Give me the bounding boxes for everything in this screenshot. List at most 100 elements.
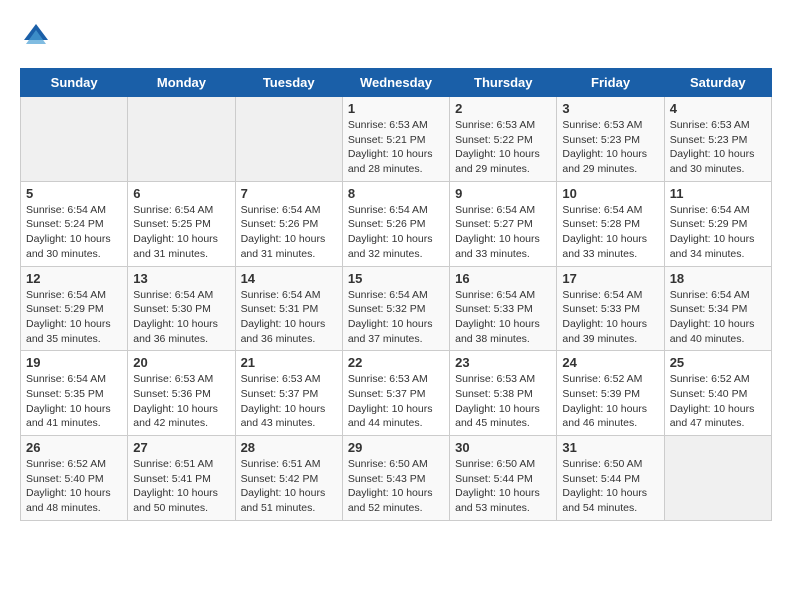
- day-info: Sunrise: 6:53 AM Sunset: 5:22 PM Dayligh…: [455, 118, 551, 177]
- day-number: 5: [26, 186, 122, 201]
- day-number: 31: [562, 440, 658, 455]
- calendar-table: SundayMondayTuesdayWednesdayThursdayFrid…: [20, 68, 772, 521]
- day-number: 10: [562, 186, 658, 201]
- day-info: Sunrise: 6:54 AM Sunset: 5:28 PM Dayligh…: [562, 203, 658, 262]
- day-info: Sunrise: 6:50 AM Sunset: 5:44 PM Dayligh…: [455, 457, 551, 516]
- day-number: 30: [455, 440, 551, 455]
- empty-cell: [128, 97, 235, 182]
- week-row-3: 12 Sunrise: 6:54 AM Sunset: 5:29 PM Dayli…: [21, 266, 772, 351]
- day-info: Sunrise: 6:52 AM Sunset: 5:40 PM Dayligh…: [670, 372, 766, 431]
- weekday-header-thursday: Thursday: [450, 69, 557, 97]
- day-number: 19: [26, 355, 122, 370]
- day-info: Sunrise: 6:54 AM Sunset: 5:26 PM Dayligh…: [348, 203, 444, 262]
- day-info: Sunrise: 6:53 AM Sunset: 5:36 PM Dayligh…: [133, 372, 229, 431]
- day-number: 7: [241, 186, 337, 201]
- day-info: Sunrise: 6:54 AM Sunset: 5:34 PM Dayligh…: [670, 288, 766, 347]
- day-number: 4: [670, 101, 766, 116]
- logo: [20, 20, 56, 52]
- day-info: Sunrise: 6:54 AM Sunset: 5:35 PM Dayligh…: [26, 372, 122, 431]
- day-cell-17: 17 Sunrise: 6:54 AM Sunset: 5:33 PM Dayli…: [557, 266, 664, 351]
- day-cell-27: 27Sunrise: 6:51 AM Sunset: 5:41 PM Dayli…: [128, 436, 235, 521]
- day-info: Sunrise: 6:54 AM Sunset: 5:31 PM Dayligh…: [241, 288, 337, 347]
- day-cell-30: 30 Sunrise: 6:50 AM Sunset: 5:44 PM Dayli…: [450, 436, 557, 521]
- day-cell-2: 2 Sunrise: 6:53 AM Sunset: 5:22 PM Daylig…: [450, 97, 557, 182]
- day-number: 23: [455, 355, 551, 370]
- day-info: Sunrise: 6:53 AM Sunset: 5:23 PM Dayligh…: [670, 118, 766, 177]
- day-info: Sunrise: 6:54 AM Sunset: 5:29 PM Dayligh…: [670, 203, 766, 262]
- day-cell-9: 9 Sunrise: 6:54 AM Sunset: 5:27 PM Daylig…: [450, 181, 557, 266]
- day-number: 28: [241, 440, 337, 455]
- day-number: 12: [26, 271, 122, 286]
- day-cell-6: 6 Sunrise: 6:54 AM Sunset: 5:25 PM Daylig…: [128, 181, 235, 266]
- day-info: Sunrise: 6:53 AM Sunset: 5:37 PM Dayligh…: [348, 372, 444, 431]
- weekday-header-row: SundayMondayTuesdayWednesdayThursdayFrid…: [21, 69, 772, 97]
- day-cell-7: 7 Sunrise: 6:54 AM Sunset: 5:26 PM Daylig…: [235, 181, 342, 266]
- day-number: 27: [133, 440, 229, 455]
- day-number: 24: [562, 355, 658, 370]
- day-info: Sunrise: 6:54 AM Sunset: 5:33 PM Dayligh…: [562, 288, 658, 347]
- weekday-header-tuesday: Tuesday: [235, 69, 342, 97]
- day-info: Sunrise: 6:51 AM Sunset: 5:42 PM Dayligh…: [241, 457, 337, 516]
- day-cell-16: 16 Sunrise: 6:54 AM Sunset: 5:33 PM Dayli…: [450, 266, 557, 351]
- day-number: 15: [348, 271, 444, 286]
- day-cell-26: 26Sunrise: 6:52 AM Sunset: 5:40 PM Dayli…: [21, 436, 128, 521]
- day-cell-15: 15 Sunrise: 6:54 AM Sunset: 5:32 PM Dayli…: [342, 266, 449, 351]
- week-row-5: 26Sunrise: 6:52 AM Sunset: 5:40 PM Dayli…: [21, 436, 772, 521]
- day-cell-23: 23 Sunrise: 6:53 AM Sunset: 5:38 PM Dayli…: [450, 351, 557, 436]
- day-info: Sunrise: 6:54 AM Sunset: 5:25 PM Dayligh…: [133, 203, 229, 262]
- empty-cell: [21, 97, 128, 182]
- day-info: Sunrise: 6:54 AM Sunset: 5:24 PM Dayligh…: [26, 203, 122, 262]
- weekday-header-sunday: Sunday: [21, 69, 128, 97]
- day-info: Sunrise: 6:50 AM Sunset: 5:44 PM Dayligh…: [562, 457, 658, 516]
- weekday-header-monday: Monday: [128, 69, 235, 97]
- day-cell-28: 28 Sunrise: 6:51 AM Sunset: 5:42 PM Dayli…: [235, 436, 342, 521]
- logo-icon: [20, 20, 52, 52]
- day-cell-29: 29 Sunrise: 6:50 AM Sunset: 5:43 PM Dayli…: [342, 436, 449, 521]
- day-info: Sunrise: 6:54 AM Sunset: 5:29 PM Dayligh…: [26, 288, 122, 347]
- day-number: 2: [455, 101, 551, 116]
- day-info: Sunrise: 6:54 AM Sunset: 5:32 PM Dayligh…: [348, 288, 444, 347]
- day-cell-5: 5 Sunrise: 6:54 AM Sunset: 5:24 PM Daylig…: [21, 181, 128, 266]
- day-number: 29: [348, 440, 444, 455]
- day-info: Sunrise: 6:53 AM Sunset: 5:38 PM Dayligh…: [455, 372, 551, 431]
- day-number: 18: [670, 271, 766, 286]
- day-info: Sunrise: 6:54 AM Sunset: 5:26 PM Dayligh…: [241, 203, 337, 262]
- week-row-1: 1Sunrise: 6:53 AM Sunset: 5:21 PM Daylig…: [21, 97, 772, 182]
- day-number: 17: [562, 271, 658, 286]
- day-info: Sunrise: 6:50 AM Sunset: 5:43 PM Dayligh…: [348, 457, 444, 516]
- day-cell-22: 22Sunrise: 6:53 AM Sunset: 5:37 PM Dayli…: [342, 351, 449, 436]
- day-cell-20: 20 Sunrise: 6:53 AM Sunset: 5:36 PM Dayli…: [128, 351, 235, 436]
- day-info: Sunrise: 6:52 AM Sunset: 5:39 PM Dayligh…: [562, 372, 658, 431]
- day-cell-13: 13 Sunrise: 6:54 AM Sunset: 5:30 PM Dayli…: [128, 266, 235, 351]
- day-number: 1: [348, 101, 444, 116]
- day-cell-21: 21 Sunrise: 6:53 AM Sunset: 5:37 PM Dayli…: [235, 351, 342, 436]
- day-cell-14: 14Sunrise: 6:54 AM Sunset: 5:31 PM Dayli…: [235, 266, 342, 351]
- day-cell-24: 24 Sunrise: 6:52 AM Sunset: 5:39 PM Dayli…: [557, 351, 664, 436]
- day-info: Sunrise: 6:54 AM Sunset: 5:27 PM Dayligh…: [455, 203, 551, 262]
- week-row-4: 19 Sunrise: 6:54 AM Sunset: 5:35 PM Dayli…: [21, 351, 772, 436]
- day-number: 9: [455, 186, 551, 201]
- day-cell-25: 25 Sunrise: 6:52 AM Sunset: 5:40 PM Dayli…: [664, 351, 771, 436]
- day-number: 20: [133, 355, 229, 370]
- day-info: Sunrise: 6:54 AM Sunset: 5:33 PM Dayligh…: [455, 288, 551, 347]
- day-info: Sunrise: 6:54 AM Sunset: 5:30 PM Dayligh…: [133, 288, 229, 347]
- day-cell-3: 3Sunrise: 6:53 AM Sunset: 5:23 PM Daylig…: [557, 97, 664, 182]
- day-cell-8: 8 Sunrise: 6:54 AM Sunset: 5:26 PM Daylig…: [342, 181, 449, 266]
- day-number: 11: [670, 186, 766, 201]
- day-number: 25: [670, 355, 766, 370]
- day-info: Sunrise: 6:53 AM Sunset: 5:37 PM Dayligh…: [241, 372, 337, 431]
- day-number: 21: [241, 355, 337, 370]
- day-number: 16: [455, 271, 551, 286]
- day-number: 13: [133, 271, 229, 286]
- day-cell-18: 18 Sunrise: 6:54 AM Sunset: 5:34 PM Dayli…: [664, 266, 771, 351]
- day-cell-31: 31 Sunrise: 6:50 AM Sunset: 5:44 PM Dayli…: [557, 436, 664, 521]
- day-cell-4: 4 Sunrise: 6:53 AM Sunset: 5:23 PM Daylig…: [664, 97, 771, 182]
- day-number: 6: [133, 186, 229, 201]
- day-number: 8: [348, 186, 444, 201]
- weekday-header-friday: Friday: [557, 69, 664, 97]
- day-number: 3: [562, 101, 658, 116]
- day-number: 26: [26, 440, 122, 455]
- empty-cell: [235, 97, 342, 182]
- day-cell-11: 11 Sunrise: 6:54 AM Sunset: 5:29 PM Dayli…: [664, 181, 771, 266]
- page-header: [20, 20, 772, 52]
